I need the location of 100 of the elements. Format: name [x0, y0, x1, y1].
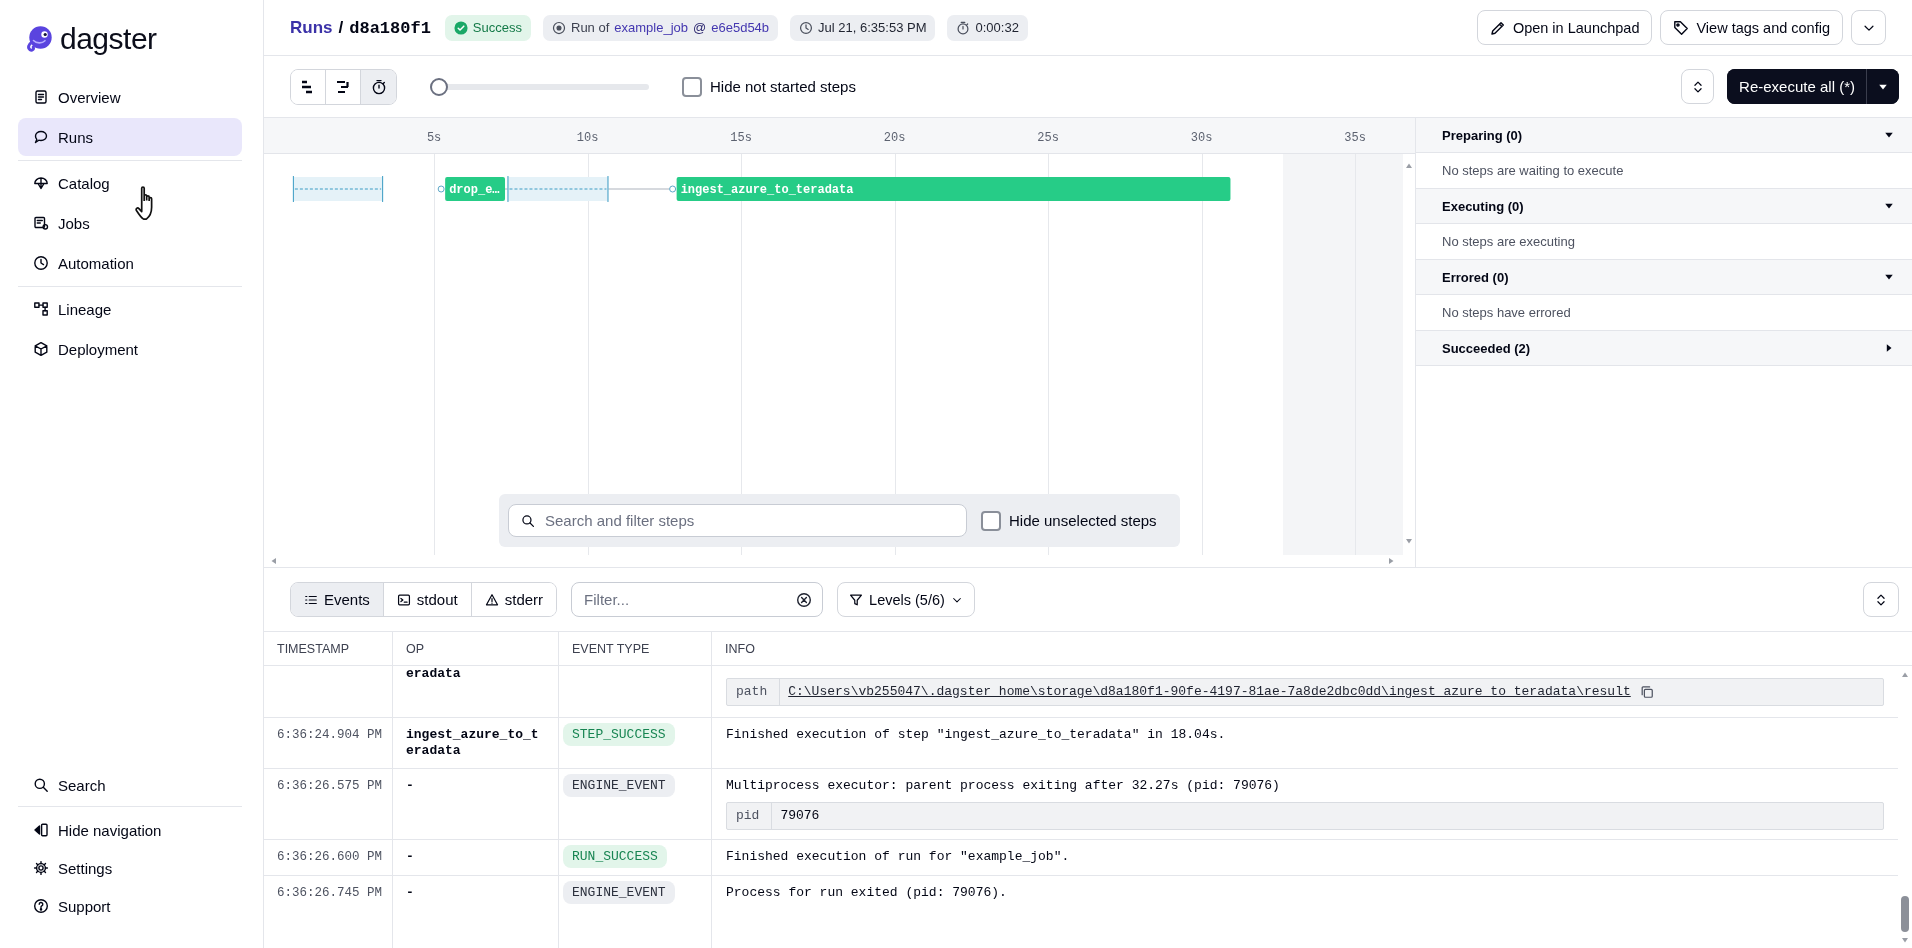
empty-message: No steps have errored: [1442, 305, 1571, 320]
nav-item[interactable]: Search: [18, 766, 242, 804]
warning-icon: [484, 592, 499, 607]
clock-icon: [799, 20, 814, 35]
section-header[interactable]: Succeeded (2): [1416, 331, 1912, 366]
section-header[interactable]: Executing (0): [1416, 189, 1912, 224]
section-header[interactable]: Errored (0): [1416, 260, 1912, 295]
expand-icon: [1874, 592, 1888, 607]
copy-icon: [1639, 685, 1654, 699]
nav-item[interactable]: Jobs: [18, 204, 242, 242]
tag-prefix: Run of: [571, 20, 610, 35]
nav-item[interactable]: Deployment: [18, 330, 242, 368]
scroll-right-icon: [1387, 557, 1395, 565]
op-name: -: [406, 778, 414, 793]
event-message: Finished execution of run for "example_job".: [726, 848, 1071, 866]
column-header: EVENT TYPE: [572, 641, 650, 656]
view-mode-button[interactable]: [291, 69, 326, 104]
expand-button[interactable]: [1681, 69, 1715, 104]
action-button[interactable]: View tags and config: [1660, 10, 1843, 45]
event-message: Finished execution of step "ingest_azure_to_teradata" in 18.04s.: [726, 726, 1227, 744]
start-dot-icon: [437, 185, 445, 193]
view-mode-button[interactable]: [361, 69, 396, 104]
tick-label: 30s: [1190, 131, 1213, 145]
tick-label: 35s: [1344, 131, 1366, 145]
empty-message: No steps are waiting to execute: [1442, 163, 1624, 178]
caret-down-icon: [1884, 130, 1894, 140]
checkbox[interactable]: [682, 76, 702, 97]
job-link[interactable]: example_job: [614, 20, 689, 35]
speech-bubble-icon: [33, 129, 49, 145]
tick-label: 25s: [1037, 131, 1059, 145]
op-name: ingest_azure_to_teradata: [406, 727, 539, 758]
scroll-down-icon: [1405, 537, 1413, 545]
clear-icon: [796, 591, 813, 608]
event-type-tag: RUN_SUCCESS: [563, 845, 667, 868]
section-header[interactable]: Preparing (0): [1416, 118, 1912, 153]
event-type-tag: STEP_SUCCESS: [563, 723, 675, 746]
event-type-tag: ENGINE_EVENT: [563, 881, 675, 904]
scroll-up-icon: [1405, 162, 1413, 170]
caret-down-icon: [1884, 201, 1894, 211]
nav-item[interactable]: Overview: [18, 78, 242, 116]
list-icon: [33, 215, 49, 231]
duration: 0:00:32: [975, 20, 1019, 35]
scroll-down-icon: [1901, 936, 1909, 944]
event-type-tag: ENGINE_EVENT: [563, 774, 675, 797]
scroll-up-icon: [1901, 671, 1909, 679]
nav-item[interactable]: Catalog: [18, 164, 242, 202]
zoom-slider[interactable]: [430, 77, 649, 96]
scrollbar-thumb[interactable]: [1901, 896, 1909, 932]
nav-item[interactable]: Automation: [18, 244, 242, 282]
search-icon: [33, 777, 49, 793]
column-header: OP: [406, 641, 425, 656]
op-name: -: [406, 849, 414, 864]
checkbox-label[interactable]: Hide not started steps: [710, 78, 856, 95]
hand-cursor-icon: [135, 186, 154, 221]
umbrella-icon: [33, 175, 49, 191]
levels-button[interactable]: Levels (5/6): [837, 582, 975, 617]
document-icon: [33, 89, 49, 105]
flat-view-icon: [335, 78, 351, 95]
path-link[interactable]: C:\Users\vb255047\.dagster_home\storage\d8a180f1-90fe-4197-81ae-7a8de2dbc0dd\ingest_azure_to_teradata\result: [788, 683, 1631, 701]
action-button[interactable]: Open in Launchpad: [1476, 10, 1653, 45]
tick-label: 10s: [576, 131, 599, 145]
help-icon: [33, 898, 49, 914]
start-dot-icon: [669, 185, 677, 193]
expand-button[interactable]: [1863, 582, 1899, 617]
filter-field[interactable]: Filter...: [571, 582, 824, 617]
slider-thumb[interactable]: [430, 77, 448, 96]
brand-name: dagster: [60, 22, 157, 56]
timestamp: 6:36:24.904 PM: [277, 728, 383, 742]
nav-item[interactable]: Hide navigation: [18, 811, 242, 849]
scroll-left-icon: [270, 557, 278, 565]
timestamp: 6:36:26.745 PM: [277, 886, 383, 900]
reexecute-button[interactable]: Re-execute all (*): [1727, 69, 1867, 104]
status-label: Success: [472, 20, 522, 35]
checkbox-label[interactable]: Hide unselected steps: [1009, 512, 1157, 529]
nav-item[interactable]: Runs: [18, 118, 242, 156]
op-name: eradata: [406, 666, 461, 681]
nav-item[interactable]: Lineage: [18, 290, 242, 328]
collapse-sidebar-icon: [33, 822, 49, 838]
checkbox[interactable]: [981, 510, 1001, 531]
step-search-field[interactable]: Search and filter steps: [508, 504, 967, 537]
metadata-value: 79076: [779, 807, 821, 825]
breadcrumb-separator: /: [338, 17, 344, 38]
timestamp: 6:36:26.575 PM: [277, 779, 383, 793]
cube-icon: [33, 341, 49, 357]
tick-label: 5s: [426, 131, 442, 145]
caret-down-icon: [1884, 272, 1894, 282]
settings-icon: [33, 860, 49, 876]
metadata-key: path: [727, 679, 781, 705]
timestamp: 6:36:26.600 PM: [277, 850, 383, 864]
log-tab[interactable]: Events: [291, 583, 384, 616]
check-circle-icon: [453, 20, 468, 35]
snapshot-link[interactable]: e6e5d54b: [711, 20, 770, 35]
empty-message: No steps are executing: [1442, 234, 1575, 249]
nav-item[interactable]: Settings: [18, 849, 242, 887]
clock-icon: [33, 255, 49, 271]
nav-item[interactable]: Support: [18, 887, 242, 925]
breadcrumb-link[interactable]: Runs: [290, 17, 333, 38]
filter-icon: [849, 592, 864, 607]
nodes-icon: [33, 301, 49, 317]
run-id: d8a180f1: [349, 18, 431, 38]
